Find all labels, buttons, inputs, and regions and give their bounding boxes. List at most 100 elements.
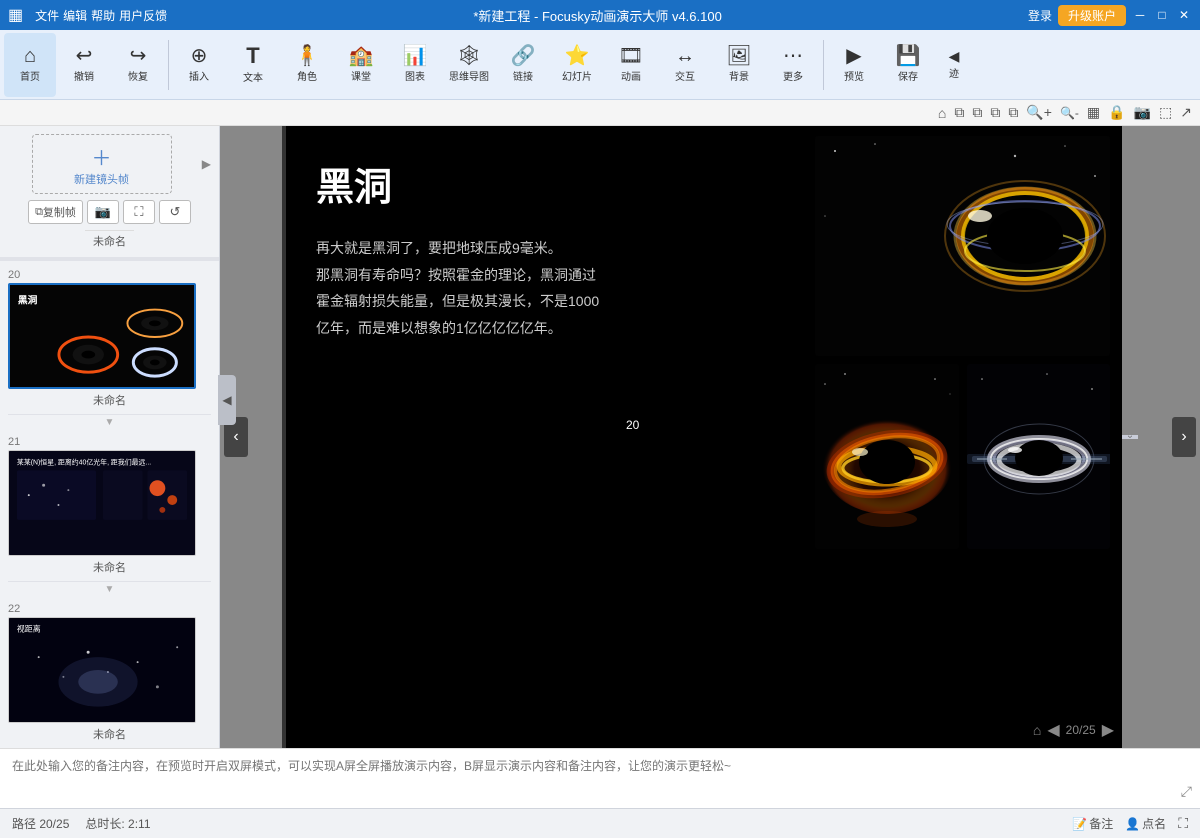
svg-text:视距离: 视距离 <box>17 623 41 633</box>
sub-home-icon[interactable]: ⌂ <box>936 103 948 123</box>
menu-help[interactable]: 帮助 <box>91 7 115 24</box>
slide-name-21: 未命名 <box>8 559 211 575</box>
sub-copy3-icon[interactable]: ⧉ <box>988 102 1002 123</box>
collapse-icon-20[interactable]: ▼ <box>0 415 219 430</box>
main-toolbar: ⌂ 首页 ↩ 撤销 ↪ 恢复 ⊕ 插入 T 文本 🧍 角色 🏫 课堂 📊 图表 … <box>0 30 1200 100</box>
canvas-next-button[interactable]: ▶ <box>1102 720 1114 740</box>
toolbar-insert[interactable]: ⊕ 插入 <box>173 33 225 97</box>
link-label: 链接 <box>513 68 533 83</box>
status-left: 路径 20/25 总时长: 2:11 <box>12 815 151 832</box>
canvas-prev-button[interactable]: ◀ <box>1047 720 1059 740</box>
sub-zoomout-icon[interactable]: 🔍- <box>1058 104 1081 122</box>
slide-number-20: 20 <box>8 269 211 281</box>
more-tools-btn[interactable]: ↺ <box>159 200 191 224</box>
canvas-page-nav: ⌂ ◀ 20/25 ▶ <box>1033 720 1114 740</box>
notes-input[interactable] <box>12 757 1188 800</box>
new-frame-button[interactable]: ＋ 新建镜头帧 <box>32 134 172 194</box>
close-button[interactable]: ✕ <box>1176 7 1192 23</box>
classroom-label: 课堂 <box>351 68 371 83</box>
toolbar-classroom[interactable]: 🏫 课堂 <box>335 33 387 97</box>
text-icon: T <box>246 45 259 67</box>
slide-item-20[interactable]: 20 黑洞 <box>0 263 219 414</box>
toolbar-character[interactable]: 🧍 角色 <box>281 33 333 97</box>
status-duration: 总时长: 2:11 <box>85 815 150 832</box>
chart-icon: 📊 <box>403 46 428 66</box>
character-label: 角色 <box>297 68 317 83</box>
sidebar-arrow[interactable]: ▶ <box>202 157 211 171</box>
chart-label: 图表 <box>405 68 425 83</box>
canvas-home-icon[interactable]: ⌂ <box>1033 722 1041 738</box>
slide-divider-1 <box>0 257 219 261</box>
menu-feedback[interactable]: 用户反馈 <box>119 7 167 24</box>
status-right: 📝 备注 👤 点名 ⛶ <box>1072 815 1188 832</box>
slide-item-22[interactable]: 22 视距离 未命名 <box>0 597 219 748</box>
insert-icon: ⊕ <box>191 46 208 66</box>
sub-copy2-icon[interactable]: ⧉ <box>970 102 984 123</box>
toolbar-more[interactable]: ⋯ 更多 <box>767 33 819 97</box>
fullscreen-btn[interactable]: ⛶ <box>123 200 155 224</box>
notes-status-button[interactable]: 📝 备注 <box>1072 815 1113 832</box>
slide-main-content: 黑洞 再大就是黑洞了，要把地球压成9毫米。 那黑洞有寿命吗？按照霍金的理论，黑洞… <box>286 126 1122 748</box>
blackhole-image-top <box>815 136 1110 356</box>
sub-copy4-icon[interactable]: ⧉ <box>1006 102 1020 123</box>
save-icon: 💾 <box>896 46 921 66</box>
notes-expand-button[interactable]: ⤢ <box>1181 783 1192 800</box>
toolbar-interact[interactable]: ↔ 交互 <box>659 33 711 97</box>
nav-icon: ◀ <box>949 49 960 63</box>
slide-tools: ⧉ 复制帧 📷 ⛶ ↺ <box>20 194 199 230</box>
toolbar-preview[interactable]: ▶ 预览 <box>828 33 880 97</box>
redo-icon: ↪ <box>130 46 147 66</box>
sub-lock-icon[interactable]: 🔒 <box>1106 102 1127 123</box>
animation-icon: 🎞 <box>618 46 643 66</box>
interact-label: 交互 <box>675 68 695 83</box>
sub-frame-icon[interactable]: ⬚ <box>1157 102 1174 123</box>
maximize-button[interactable]: □ <box>1154 7 1170 23</box>
toolbar-home[interactable]: ⌂ 首页 <box>4 33 56 97</box>
toolbar-slideshow[interactable]: ⭐ 幻灯片 <box>551 33 603 97</box>
sub-camera-icon[interactable]: 📷 <box>1132 102 1153 123</box>
upgrade-button[interactable]: 升级账户 <box>1058 5 1126 26</box>
menu-edit[interactable]: 编辑 <box>63 7 87 24</box>
slide-number-22: 22 <box>8 603 211 615</box>
right-panel-tab[interactable]: › <box>1122 435 1138 438</box>
animation-label: 动画 <box>621 68 641 83</box>
images-area <box>815 136 1110 549</box>
sub-grid-icon[interactable]: ▦ <box>1085 102 1102 123</box>
slideshow-icon: ⭐ <box>565 46 590 66</box>
toolbar-chart[interactable]: 📊 图表 <box>389 33 441 97</box>
toolbar-nav[interactable]: ◀ 迹 <box>936 33 972 97</box>
collapse-icon-21[interactable]: ▼ <box>0 582 219 597</box>
copy-frame-button[interactable]: ⧉ 复制帧 <box>28 200 83 224</box>
slide-canvas: 黑洞 再大就是黑洞了，要把地球压成9毫米。 那黑洞有寿命吗？按照霍金的理论，黑洞… <box>282 126 1122 748</box>
toolbar-link[interactable]: 🔗 链接 <box>497 33 549 97</box>
menu-file[interactable]: 文件 <box>35 7 59 24</box>
minimize-button[interactable]: ─ <box>1132 7 1148 23</box>
slide-name-22: 未命名 <box>8 726 211 742</box>
canvas-nav-right-button[interactable]: › <box>1172 417 1196 457</box>
background-label: 背景 <box>729 68 749 83</box>
canvas-area: ‹ 黑洞 再大就是黑洞了，要把地球压成9毫米。 那黑洞有寿命吗？按照霍金的理论，… <box>220 126 1200 748</box>
sub-expand-icon[interactable]: ↗ <box>1178 102 1194 123</box>
sidebar: ＋ 新建镜头帧 ▶ ⧉ 复制帧 📷 ⛶ ↺ <box>0 126 220 748</box>
pointname-status-button[interactable]: 👤 点名 <box>1125 815 1166 832</box>
sidebar-toggle-button[interactable]: ◀ <box>218 375 236 425</box>
copy-icon: ⧉ <box>35 206 43 219</box>
login-button[interactable]: 登录 <box>1028 7 1052 24</box>
toolbar-undo[interactable]: ↩ 撤销 <box>58 33 110 97</box>
slide-number-21: 21 <box>8 436 211 448</box>
toolbar-background[interactable]: 🖼 背景 <box>713 33 765 97</box>
toolbar-save[interactable]: 💾 保存 <box>882 33 934 97</box>
status-fullscreen-icon[interactable]: ⛶ <box>1178 815 1188 832</box>
toolbar-text[interactable]: T 文本 <box>227 33 279 97</box>
toolbar-mindmap[interactable]: 🕸 思维导图 <box>443 33 495 97</box>
blackhole-image-bottom-left <box>815 364 959 549</box>
copy-frame-label: 复制帧 <box>43 204 76 220</box>
sub-copy1-icon[interactable]: ⧉ <box>952 102 966 123</box>
sub-zoomin-icon[interactable]: 🔍+ <box>1024 102 1054 123</box>
slide-item-21[interactable]: 21 某某(N)恒星, 距离约40亿光年, 距我们最远... <box>0 430 219 581</box>
screenshot-button[interactable]: 📷 <box>87 200 119 224</box>
character-icon: 🧍 <box>295 46 320 66</box>
toolbar-animation[interactable]: 🎞 动画 <box>605 33 657 97</box>
redo-label: 恢复 <box>128 68 148 83</box>
toolbar-redo[interactable]: ↪ 恢复 <box>112 33 164 97</box>
